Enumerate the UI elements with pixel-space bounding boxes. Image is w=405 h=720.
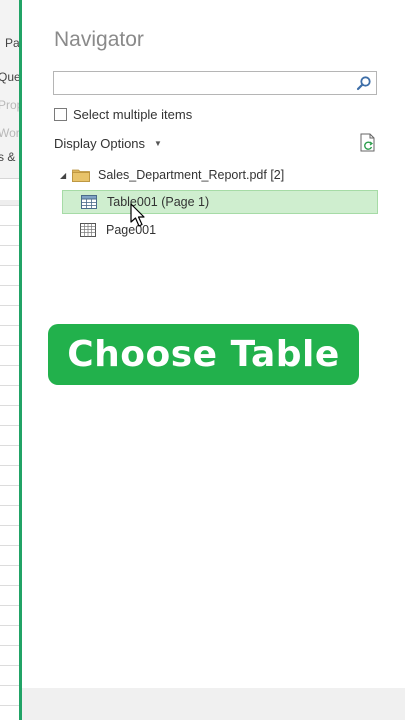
tree-root-file[interactable]: ◢ Sales_Department_Report.pdf [2]	[60, 166, 284, 184]
page-grid-icon	[80, 223, 96, 237]
banner-text: Choose Table	[67, 334, 340, 375]
tree-item-label: Table001 (Page 1)	[107, 195, 210, 209]
background-connections-fragment: s &	[0, 150, 16, 164]
select-multiple-label: Select multiple items	[73, 106, 193, 122]
choose-table-banner: Choose Table	[48, 324, 359, 385]
caret-down-icon: ▼	[154, 138, 162, 148]
select-multiple-row[interactable]: Select multiple items	[54, 106, 192, 122]
folder-icon	[72, 169, 90, 182]
refresh-document-icon[interactable]	[359, 133, 377, 153]
tree-item-page001[interactable]: Page001	[62, 218, 378, 242]
collapse-triangle-icon[interactable]: ◢	[60, 171, 70, 180]
tree-item-table001[interactable]: Table001 (Page 1)	[62, 190, 378, 214]
search-input[interactable]	[53, 71, 377, 95]
dialog-title: Navigator	[54, 28, 144, 51]
search-icon[interactable]	[356, 75, 372, 91]
select-multiple-checkbox[interactable]	[54, 107, 67, 121]
display-options-label: Display Options	[54, 135, 146, 151]
display-options-dropdown[interactable]: Display Options ▼	[54, 135, 162, 151]
tree-root-label: Sales_Department_Report.pdf [2]	[98, 168, 285, 182]
background-tab-fragment: Pa	[5, 36, 20, 50]
mouse-pointer-icon	[130, 203, 145, 227]
table-icon	[81, 195, 97, 209]
dialog-footer	[22, 688, 405, 720]
search-input-field[interactable]	[58, 73, 352, 95]
